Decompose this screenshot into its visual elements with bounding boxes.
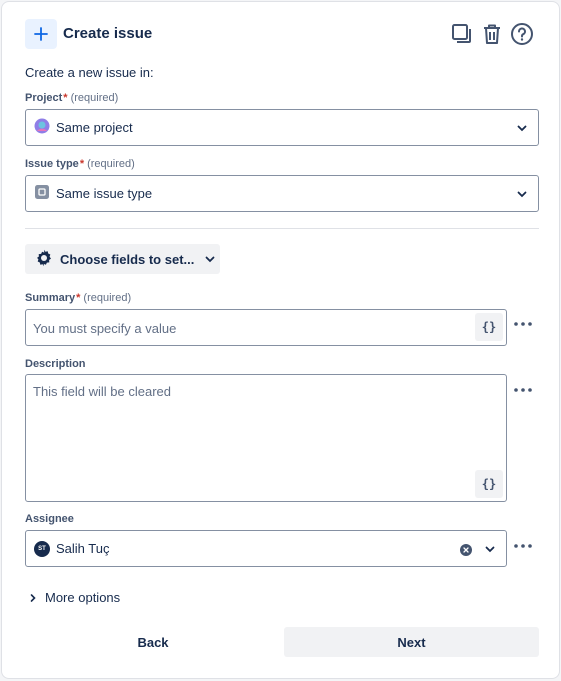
- page-title: Create issue: [63, 25, 153, 42]
- project-avatar-icon: [34, 118, 50, 137]
- more-icon[interactable]: [512, 317, 534, 331]
- trash-icon[interactable]: [479, 20, 505, 48]
- choose-fields-button[interactable]: Choose fields to set...: [25, 244, 220, 274]
- assignee-label: Assignee: [25, 513, 74, 525]
- help-icon[interactable]: [509, 20, 535, 48]
- more-options-toggle[interactable]: More options: [28, 590, 120, 605]
- issue-type-label: Issue type* (required): [25, 158, 135, 170]
- smart-value-button[interactable]: {}: [475, 313, 503, 341]
- avatar: ST: [34, 540, 50, 557]
- clear-icon[interactable]: [460, 543, 472, 559]
- summary-label: Summary* (required): [25, 292, 132, 304]
- back-button[interactable]: Back: [25, 627, 281, 657]
- issue-type-icon: [34, 184, 50, 203]
- intro-text: Create a new issue in:: [25, 65, 154, 80]
- summary-placeholder: You must specify a value: [33, 321, 177, 336]
- chevron-down-icon: [517, 125, 527, 132]
- divider: [25, 228, 539, 229]
- issue-type-value: Same issue type: [56, 186, 153, 201]
- more-icon[interactable]: [512, 383, 534, 397]
- choose-fields-label: Choose fields to set...: [60, 251, 195, 267]
- create-issue-panel: Create issue Create a new issue in: Proj…: [1, 1, 560, 679]
- smart-value-button[interactable]: {}: [475, 470, 503, 498]
- duplicate-icon[interactable]: [449, 20, 475, 48]
- gear-icon: [35, 249, 53, 270]
- issue-type-select[interactable]: Same issue type: [25, 175, 539, 212]
- chevron-down-icon: [485, 546, 495, 553]
- description-label: Description: [25, 358, 86, 370]
- more-options-label: More options: [45, 590, 121, 605]
- project-label: Project* (required): [25, 92, 119, 104]
- chevron-down-icon: [517, 191, 527, 198]
- more-icon[interactable]: [512, 539, 534, 553]
- next-button[interactable]: Next: [284, 627, 539, 657]
- assignee-value: Salih Tuç: [56, 541, 110, 556]
- chevron-right-icon: [30, 593, 36, 602]
- project-select[interactable]: Same project: [25, 109, 539, 146]
- description-textarea[interactable]: This field will be cleared {}: [25, 374, 507, 502]
- summary-input[interactable]: You must specify a value {}: [25, 309, 507, 346]
- chevron-down-icon: [205, 256, 215, 263]
- project-value: Same project: [56, 120, 133, 135]
- plus-icon: [25, 19, 57, 49]
- description-placeholder: This field will be cleared: [33, 384, 172, 399]
- assignee-select[interactable]: ST Salih Tuç: [25, 530, 507, 567]
